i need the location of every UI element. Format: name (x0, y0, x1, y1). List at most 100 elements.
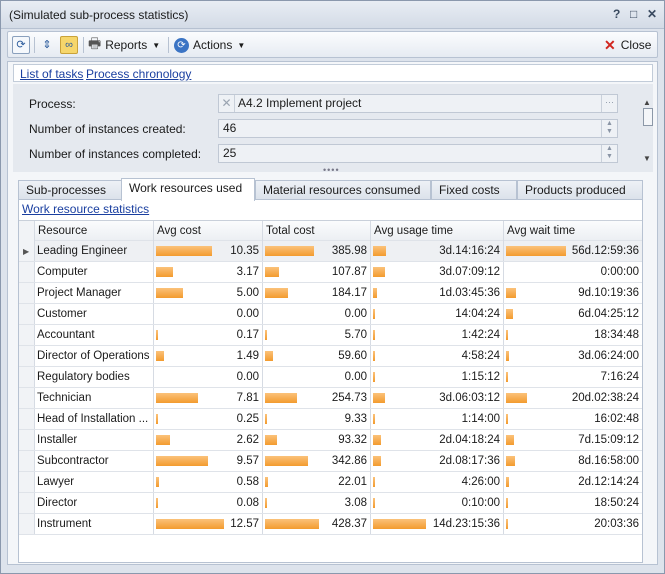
spinner-icon[interactable]: ▲ ▼ (601, 145, 617, 162)
row-indicator[interactable] (19, 493, 35, 513)
avg-cost-cell[interactable]: 0.08 (154, 493, 263, 513)
avg-wait-cell[interactable]: 3d.06:24:00 (504, 346, 642, 366)
actions-menu[interactable]: ⟳ Actions ▼ (174, 35, 245, 55)
avg-cost-cell[interactable]: 0.00 (154, 367, 263, 387)
avg-cost-cell[interactable]: 5.00 (154, 283, 263, 303)
total-cost-cell[interactable]: 22.01 (263, 472, 371, 492)
row-indicator[interactable] (19, 346, 35, 366)
table-row[interactable]: Head of Installation ... 0.25 9.33 1:14:00 1… (19, 409, 642, 430)
table-row[interactable]: Director 0.08 3.08 0:10:00 18:50:24 (19, 493, 642, 514)
close-button[interactable]: ✕ Close (604, 35, 651, 55)
avg-usage-cell[interactable]: 2d.08:17:36 (371, 451, 504, 471)
total-cost-cell[interactable]: 0.00 (263, 304, 371, 324)
total-cost-cell[interactable]: 5.70 (263, 325, 371, 345)
total-cost-cell[interactable]: 385.98 (263, 241, 371, 261)
clear-icon[interactable]: ✕ (219, 95, 235, 112)
row-indicator[interactable] (19, 514, 35, 534)
resource-cell[interactable]: Head of Installation ... (35, 409, 154, 429)
avg-wait-cell[interactable]: 20:03:36 (504, 514, 642, 534)
avg-usage-cell[interactable]: 14d.23:15:36 (371, 514, 504, 534)
avg-usage-cell[interactable]: 4:26:00 (371, 472, 504, 492)
total-cost-cell[interactable]: 93.32 (263, 430, 371, 450)
restore-button[interactable]: □ (630, 7, 637, 21)
table-row[interactable]: ▶ Leading Engineer 10.35 385.98 3d.14:16:24 5… (19, 241, 642, 262)
resource-cell[interactable]: Leading Engineer (35, 241, 154, 261)
avg-cost-cell[interactable]: 1.49 (154, 346, 263, 366)
completed-field[interactable]: 25 ▲ ▼ (218, 144, 618, 163)
resource-cell[interactable]: Regulatory bodies (35, 367, 154, 387)
row-indicator[interactable] (19, 472, 35, 492)
column-header-avg-cost[interactable]: Avg cost (154, 221, 263, 241)
resource-cell[interactable]: Computer (35, 262, 154, 282)
tab-material-resources[interactable]: Material resources consumed (255, 180, 431, 200)
resource-cell[interactable]: Installer (35, 430, 154, 450)
avg-usage-cell[interactable]: 14:04:24 (371, 304, 504, 324)
avg-usage-cell[interactable]: 1:42:24 (371, 325, 504, 345)
avg-wait-cell[interactable]: 56d.12:59:36 (504, 241, 642, 261)
table-row[interactable]: Installer 2.62 93.32 2d.04:18:24 7d.15:09:12 (19, 430, 642, 451)
avg-wait-cell[interactable]: 9d.10:19:36 (504, 283, 642, 303)
scroll-down-icon[interactable]: ▼ (643, 154, 651, 163)
row-indicator[interactable] (19, 451, 35, 471)
avg-wait-cell[interactable]: 7d.15:09:12 (504, 430, 642, 450)
avg-usage-cell[interactable]: 0:10:00 (371, 493, 504, 513)
avg-cost-cell[interactable]: 3.17 (154, 262, 263, 282)
tab-fixed-costs[interactable]: Fixed costs (431, 180, 517, 200)
avg-wait-cell[interactable]: 0:00:00 (504, 262, 642, 282)
avg-wait-cell[interactable]: 8d.16:58:00 (504, 451, 642, 471)
total-cost-cell[interactable]: 9.33 (263, 409, 371, 429)
column-header-resource[interactable]: Resource (35, 221, 154, 241)
resource-cell[interactable]: Accountant (35, 325, 154, 345)
avg-wait-cell[interactable]: 6d.04:25:12 (504, 304, 642, 324)
row-indicator[interactable]: ▶ (19, 241, 35, 261)
fit-button[interactable]: ⇕ (38, 35, 56, 55)
resource-cell[interactable]: Instrument (35, 514, 154, 534)
browse-button[interactable]: ··· (601, 95, 617, 112)
avg-cost-cell[interactable]: 0.17 (154, 325, 263, 345)
total-cost-cell[interactable]: 107.87 (263, 262, 371, 282)
avg-wait-cell[interactable]: 20d.02:38:24 (504, 388, 642, 408)
table-row[interactable]: Project Manager 5.00 184.17 1d.03:45:36 9d.1… (19, 283, 642, 304)
total-cost-cell[interactable]: 3.08 (263, 493, 371, 513)
scroll-up-icon[interactable]: ▲ (643, 98, 653, 107)
avg-cost-cell[interactable]: 0.00 (154, 304, 263, 324)
tab-sub-processes[interactable]: Sub-processes (18, 180, 122, 200)
close-window-button[interactable]: ✕ (647, 7, 657, 21)
avg-wait-cell[interactable]: 2d.12:14:24 (504, 472, 642, 492)
avg-cost-cell[interactable]: 0.25 (154, 409, 263, 429)
resource-cell[interactable]: Director of Operations (35, 346, 154, 366)
spinner-icon[interactable]: ▲ ▼ (601, 120, 617, 137)
total-cost-cell[interactable]: 342.86 (263, 451, 371, 471)
avg-cost-cell[interactable]: 12.57 (154, 514, 263, 534)
column-header-avg-usage[interactable]: Avg usage time (371, 221, 504, 241)
avg-usage-cell[interactable]: 3d.14:16:24 (371, 241, 504, 261)
table-row[interactable]: Regulatory bodies 0.00 0.00 1:15:12 7:16:24 (19, 367, 642, 388)
table-row[interactable]: Instrument 12.57 428.37 14d.23:15:36 20:03:3… (19, 514, 642, 535)
total-cost-cell[interactable]: 59.60 (263, 346, 371, 366)
total-cost-cell[interactable]: 428.37 (263, 514, 371, 534)
reports-menu[interactable]: 🖶 Reports ▼ (88, 35, 160, 55)
resource-cell[interactable]: Technician (35, 388, 154, 408)
avg-usage-cell[interactable]: 4:58:24 (371, 346, 504, 366)
resource-cell[interactable]: Project Manager (35, 283, 154, 303)
process-field[interactable]: ✕ A4.2 Implement project ··· (218, 94, 618, 113)
total-cost-cell[interactable]: 184.17 (263, 283, 371, 303)
table-row[interactable]: Lawyer 0.58 22.01 4:26:00 2d.12:14:24 (19, 472, 642, 493)
table-row[interactable]: Customer 0.00 0.00 14:04:24 6d.04:25:12 (19, 304, 642, 325)
row-indicator[interactable] (19, 262, 35, 282)
avg-wait-cell[interactable]: 18:50:24 (504, 493, 642, 513)
resource-cell[interactable]: Subcontractor (35, 451, 154, 471)
avg-cost-cell[interactable]: 2.62 (154, 430, 263, 450)
table-row[interactable]: Director of Operations 1.49 59.60 4:58:24 3d… (19, 346, 642, 367)
row-indicator[interactable] (19, 388, 35, 408)
avg-usage-cell[interactable]: 3d.06:03:12 (371, 388, 504, 408)
resource-cell[interactable]: Customer (35, 304, 154, 324)
resource-cell[interactable]: Lawyer (35, 472, 154, 492)
avg-usage-cell[interactable]: 2d.04:18:24 (371, 430, 504, 450)
avg-cost-cell[interactable]: 0.58 (154, 472, 263, 492)
row-indicator[interactable] (19, 283, 35, 303)
row-indicator[interactable] (19, 430, 35, 450)
resource-cell[interactable]: Director (35, 493, 154, 513)
tab-work-resources[interactable]: Work resources used (121, 178, 255, 201)
avg-wait-cell[interactable]: 7:16:24 (504, 367, 642, 387)
